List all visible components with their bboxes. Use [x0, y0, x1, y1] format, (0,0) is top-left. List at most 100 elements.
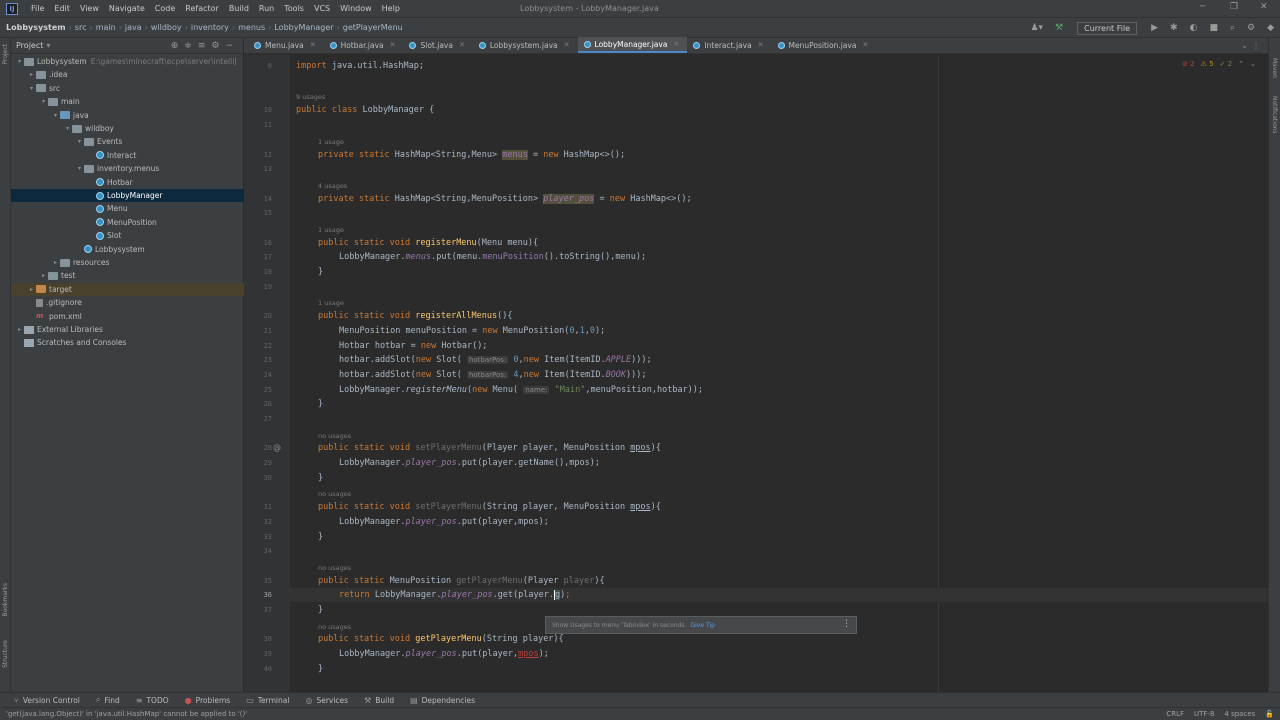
- tree-item-inventory-menus[interactable]: ▾ inventory.menus: [11, 162, 244, 175]
- bookmarks-tool-tab[interactable]: Bookmarks: [2, 583, 9, 617]
- encoding-indicator[interactable]: UTF-8: [1194, 710, 1214, 718]
- editor-tab-interact-java[interactable]: Interact.java ✕: [687, 37, 771, 53]
- chevron-right-icon[interactable]: ▸: [39, 272, 48, 279]
- breadcrumb-project[interactable]: Lobbysystem: [0, 23, 69, 32]
- stop-icon[interactable]: ■: [1209, 23, 1218, 33]
- usage-hint[interactable]: 1 usage: [318, 298, 344, 308]
- tree-item-interact[interactable]: Interact: [11, 149, 244, 162]
- breadcrumb-inventory[interactable]: inventory: [188, 23, 232, 32]
- coverage-icon[interactable]: ◐: [1190, 23, 1198, 33]
- todo-tool[interactable]: ≡ TODO: [136, 696, 169, 705]
- project-tool-tab[interactable]: Project: [2, 44, 9, 65]
- tree-item-menuposition[interactable]: MenuPosition: [11, 216, 244, 229]
- chevron-up-icon[interactable]: ⌃: [1238, 60, 1244, 68]
- usage-hint[interactable]: 9 usages: [296, 92, 325, 102]
- tree-item-resources[interactable]: ▸ resources: [11, 256, 244, 269]
- more-options-icon[interactable]: ⋮: [842, 619, 851, 629]
- breadcrumb-src[interactable]: src: [72, 23, 90, 32]
- menu-tools[interactable]: Tools: [279, 4, 309, 13]
- debug-icon[interactable]: ✱: [1170, 23, 1178, 33]
- menu-refactor[interactable]: Refactor: [180, 4, 224, 13]
- breadcrumb-wildboy[interactable]: wildboy: [148, 23, 185, 32]
- tree-item-lobbysystem[interactable]: ▾ Lobbysystem E:\games\minecraft\ecpe\serv…: [11, 55, 244, 68]
- breadcrumb-menus[interactable]: menus: [235, 23, 268, 32]
- services-tool[interactable]: ◎ Services: [305, 696, 348, 705]
- editor-tab-lobbysystem-java[interactable]: Lobbysystem.java ✕: [473, 37, 578, 53]
- breadcrumb-java[interactable]: java: [122, 23, 145, 32]
- tree-item-src[interactable]: ▾ src: [11, 82, 244, 95]
- tree-item-scratches-and-consoles[interactable]: Scratches and Consoles: [11, 336, 244, 349]
- tab-list-menu-icon[interactable]: ⌄⋮: [1241, 41, 1264, 50]
- tree-item--idea[interactable]: ▸ .idea: [11, 68, 244, 81]
- chevron-right-icon[interactable]: ▸: [27, 71, 36, 78]
- usage-hint[interactable]: no usages: [318, 431, 351, 441]
- chevron-down-icon[interactable]: ⌄: [1250, 60, 1256, 68]
- close-tab-icon[interactable]: ✕: [564, 41, 570, 49]
- tree-item-wildboy[interactable]: ▾ wildboy: [11, 122, 244, 135]
- tree-item-target[interactable]: ▸ target: [11, 282, 244, 296]
- chevron-down-icon[interactable]: ▾: [75, 138, 84, 145]
- settings-icon[interactable]: ⚙: [1247, 23, 1255, 33]
- editor-tab-hotbar-java[interactable]: Hotbar.java ✕: [324, 37, 404, 53]
- terminal-tool[interactable]: ▭ Terminal: [246, 696, 289, 705]
- menu-build[interactable]: Build: [224, 4, 254, 13]
- lock-icon[interactable]: 🔓: [1265, 710, 1274, 718]
- editor-tab-lobbymanager-java[interactable]: LobbyManager.java ✕: [577, 37, 688, 53]
- editor-tab-menu-java[interactable]: Menu.java ✕: [248, 37, 324, 53]
- editor-tab-slot-java[interactable]: Slot.java ✕: [403, 37, 472, 53]
- usage-hint[interactable]: no usages: [318, 622, 351, 632]
- breadcrumb-class[interactable]: LobbyManager: [271, 23, 336, 32]
- chevron-down-icon[interactable]: ▾: [46, 41, 50, 50]
- inspection-widget[interactable]: ⊘ 2 ⚠ 5 ✓ 2 ⌃ ⌄: [1182, 60, 1256, 68]
- usage-hint[interactable]: 4 usages: [318, 181, 347, 191]
- usage-hint[interactable]: 1 usage: [318, 225, 344, 235]
- maximize-icon[interactable]: ❐: [1230, 2, 1238, 12]
- tree-item-external-libraries[interactable]: ▸ External Libraries: [11, 323, 244, 336]
- user-icon[interactable]: ♟▾: [1030, 23, 1043, 33]
- close-tab-icon[interactable]: ✕: [390, 41, 396, 49]
- version-control-tool[interactable]: ⑂ Version Control: [14, 696, 80, 705]
- editor-tab-menuposition-java[interactable]: MenuPosition.java ✕: [772, 37, 877, 53]
- tree-item-java[interactable]: ▾ java: [11, 109, 244, 122]
- tree-item-test[interactable]: ▸ test: [11, 269, 244, 282]
- line-separator-indicator[interactable]: CRLF: [1166, 710, 1184, 718]
- close-icon[interactable]: ✕: [1260, 2, 1268, 12]
- close-tab-icon[interactable]: ✕: [459, 41, 465, 49]
- tree-item-lobbysystem[interactable]: Lobbysystem: [11, 243, 244, 256]
- tree-item-hotbar[interactable]: Hotbar: [11, 176, 244, 189]
- breadcrumb-method[interactable]: getPlayerMenu: [340, 23, 406, 32]
- tree-item--gitignore[interactable]: .gitignore: [11, 296, 244, 309]
- hint-link[interactable]: Give Tip: [690, 622, 714, 629]
- build-tool[interactable]: ⚒ Build: [364, 696, 394, 705]
- menu-vcs[interactable]: VCS: [309, 4, 335, 13]
- maven-tool-tab[interactable]: Maven: [1271, 58, 1278, 78]
- tree-item-main[interactable]: ▾ main: [11, 95, 244, 108]
- usage-hint[interactable]: no usages: [318, 563, 351, 573]
- indent-indicator[interactable]: 4 spaces: [1224, 710, 1255, 718]
- run-config-selector[interactable]: Current File: [1077, 21, 1138, 35]
- tree-item-menu[interactable]: Menu: [11, 202, 244, 215]
- chevron-down-icon[interactable]: ▾: [39, 98, 48, 105]
- override-gutter-icon[interactable]: @: [273, 443, 281, 452]
- chevron-down-icon[interactable]: ▾: [63, 125, 72, 132]
- tree-item-events[interactable]: ▾ Events: [11, 135, 244, 148]
- build-hammer-icon[interactable]: ⚒: [1055, 23, 1063, 33]
- chevron-down-icon[interactable]: ▾: [15, 58, 24, 65]
- close-tab-icon[interactable]: ✕: [862, 41, 868, 49]
- chevron-right-icon[interactable]: ▸: [15, 326, 24, 333]
- problems-tool[interactable]: ● Problems: [185, 696, 231, 705]
- search-icon[interactable]: ⌕: [1230, 23, 1235, 33]
- chevron-down-icon[interactable]: ▾: [75, 165, 84, 172]
- menu-help[interactable]: Help: [377, 4, 405, 13]
- menu-window[interactable]: Window: [335, 4, 377, 13]
- project-tools[interactable]: ⊕≑≡⚙−: [171, 41, 239, 51]
- project-view-label[interactable]: Project: [16, 41, 43, 50]
- chevron-right-icon[interactable]: ▸: [51, 259, 60, 266]
- menu-navigate[interactable]: Navigate: [104, 4, 150, 13]
- tree-item-lobbymanager[interactable]: LobbyManager: [11, 189, 244, 202]
- chevron-right-icon[interactable]: ▸: [27, 286, 36, 293]
- notifications-tool-tab[interactable]: Notifications: [1271, 96, 1278, 134]
- close-tab-icon[interactable]: ✕: [758, 41, 764, 49]
- menu-code[interactable]: Code: [150, 4, 180, 13]
- run-icon[interactable]: ▶: [1151, 23, 1158, 33]
